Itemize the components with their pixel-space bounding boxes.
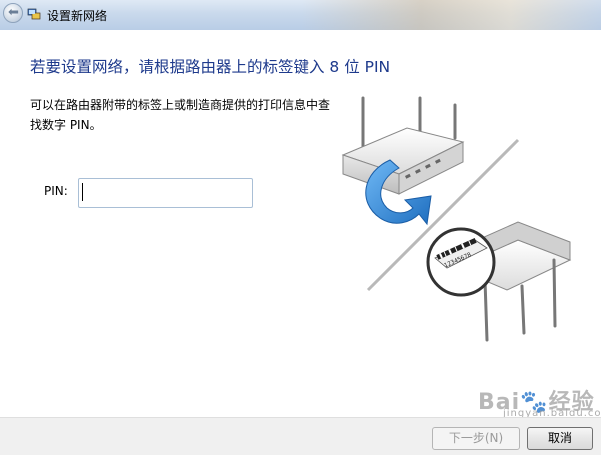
dialog-footer: 下一步(N) 取消 [0,417,601,455]
page-heading: 若要设置网络，请根据路由器上的标签键入 8 位 PIN [30,58,391,76]
window-title: 设置新网络 [47,9,108,23]
pin-input[interactable] [78,178,253,208]
title-bar: ⬅ 设置新网络 [0,0,601,30]
pin-label: PIN: [44,184,68,198]
cancel-button[interactable]: 取消 [527,427,593,450]
router-illustration: 12345678 [341,96,572,342]
back-arrow-icon: ⬅ [8,5,19,20]
router-underside-icon: 12345678 [426,221,572,342]
network-setup-icon [27,8,41,20]
next-button[interactable]: 下一步(N) [432,427,520,450]
page-description: 可以在路由器附带的标签上或制造商提供的打印信息中查找数字 PIN。 [30,98,331,132]
router-front-icon [341,96,465,195]
text-caret [82,183,83,201]
watermark: Bai🐾经验 jingyan.baidu.com [478,384,601,419]
back-button[interactable]: ⬅ [3,3,23,23]
